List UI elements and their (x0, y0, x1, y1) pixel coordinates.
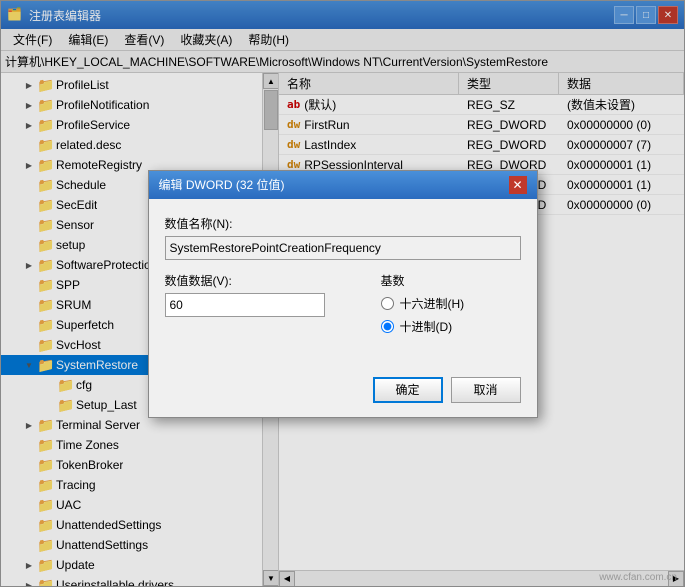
hex-radio-label: 十六进制(H) (400, 295, 465, 312)
dialog-title-text: 编辑 DWORD (32 位值) (159, 176, 285, 193)
dec-radio-option[interactable]: 十进制(D) (381, 318, 521, 335)
modal-overlay: 编辑 DWORD (32 位值) ✕ 数值名称(N): 数值数据(V): 基数 … (0, 0, 685, 587)
dialog-body: 数值名称(N): 数值数据(V): 基数 十六进制(H) 十进制(D) (149, 199, 537, 369)
edit-dword-dialog: 编辑 DWORD (32 位值) ✕ 数值名称(N): 数值数据(V): 基数 … (148, 170, 538, 418)
watermark: www.cfan.com.cn (599, 572, 677, 583)
value-field-group: 数值数据(V): (165, 272, 365, 341)
name-field-input[interactable] (165, 236, 521, 260)
base-label: 基数 (381, 272, 521, 289)
dialog-close-button[interactable]: ✕ (509, 176, 527, 194)
value-field-input[interactable] (165, 293, 325, 317)
hex-radio-input[interactable] (381, 297, 394, 310)
hex-radio-option[interactable]: 十六进制(H) (381, 295, 521, 312)
name-field-label: 数值名称(N): (165, 215, 521, 232)
value-field-label: 数值数据(V): (165, 272, 365, 289)
dec-radio-label: 十进制(D) (400, 318, 453, 335)
value-base-row: 数值数据(V): 基数 十六进制(H) 十进制(D) (165, 272, 521, 341)
dialog-footer: 确定 取消 (149, 369, 537, 417)
ok-button[interactable]: 确定 (373, 377, 443, 403)
base-group: 基数 十六进制(H) 十进制(D) (381, 272, 521, 341)
dec-radio-input[interactable] (381, 320, 394, 333)
name-field-group: 数值名称(N): (165, 215, 521, 260)
dialog-title-bar: 编辑 DWORD (32 位值) ✕ (149, 171, 537, 199)
cancel-button[interactable]: 取消 (451, 377, 521, 403)
